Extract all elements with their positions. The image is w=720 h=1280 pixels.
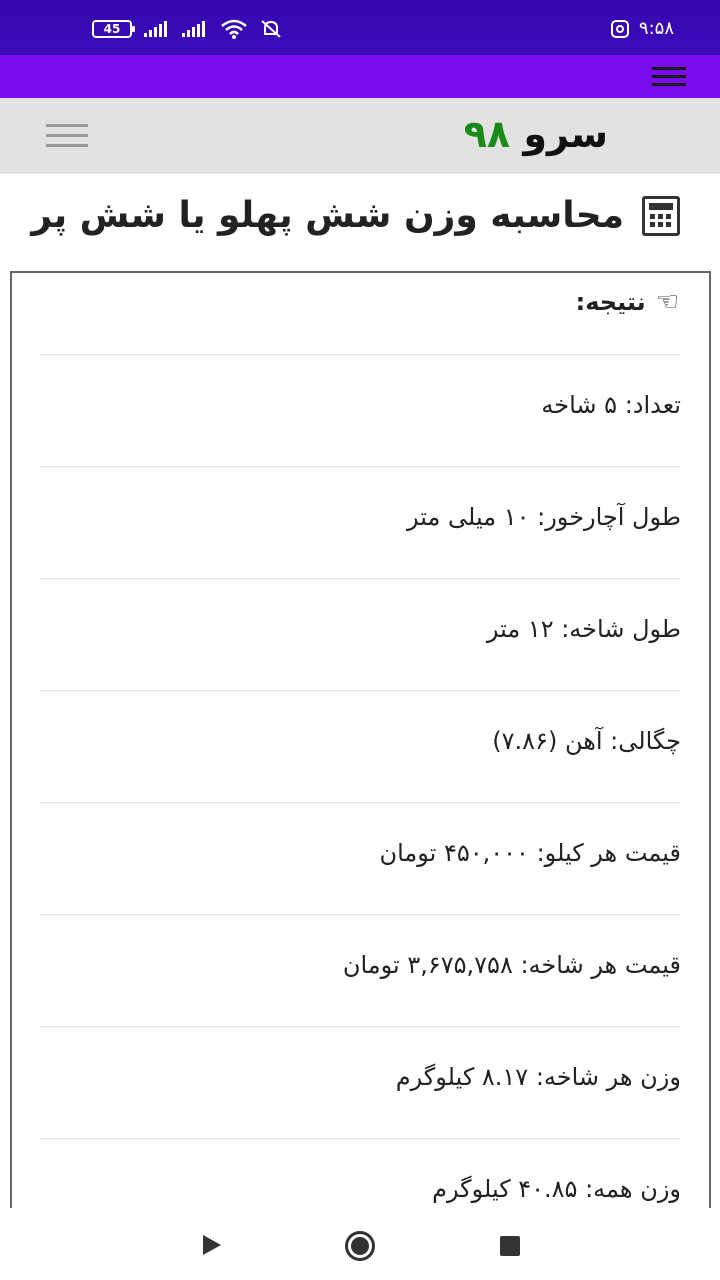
result-row-price-per-bar: قیمت هر شاخه: ۳,۶۷۵,۷۵۸ تومان [40, 914, 681, 1026]
result-heading: ☜ نتیجه: [576, 287, 679, 317]
result-row-density: چگالی: آهن (۷.۸۶) [40, 690, 681, 802]
site-header: سرو ۹۸ [0, 98, 720, 174]
logo-text: سرو [523, 112, 608, 156]
signal-icon [144, 21, 167, 37]
result-heading-text: نتیجه: [575, 288, 646, 316]
logo-number: ۹۸ [463, 112, 511, 156]
mute-bell-icon [261, 20, 281, 38]
navigation-bar [0, 1208, 720, 1280]
menu-icon[interactable] [652, 67, 686, 87]
result-card: ☜ نتیجه: تعداد: ۵ شاخه طول آچارخور: ۱۰ م… [10, 271, 711, 1271]
signal-icon-2 [182, 21, 205, 37]
recents-icon[interactable] [500, 1236, 520, 1256]
instagram-icon [610, 19, 629, 38]
result-row-price-per-kilo: قیمت هر کیلو: ۴۵۰,۰۰۰ تومان [40, 802, 681, 914]
status-bar: 45 ۹:۵۸ [0, 0, 720, 55]
result-list: تعداد: ۵ شاخه طول آچارخور: ۱۰ میلی متر ط… [40, 354, 681, 1250]
result-row-wrench-size: طول آچارخور: ۱۰ میلی متر [40, 466, 681, 578]
status-icons-right: ۹:۵۸ [610, 18, 674, 39]
status-icons-left: 45 [92, 19, 282, 39]
logo[interactable]: سرو ۹۸ [464, 112, 608, 156]
page-title-text: محاسبه وزن شش پهلو یا شش پر [31, 195, 624, 236]
result-row-count: تعداد: ۵ شاخه [40, 354, 681, 466]
battery-icon: 45 [92, 20, 135, 38]
page-title: محاسبه وزن شش پهلو یا شش پر [30, 195, 680, 236]
home-icon[interactable] [345, 1231, 375, 1261]
wifi-icon [221, 19, 247, 39]
result-row-weight-per-bar: وزن هر شاخه: ۸.۱۷ کیلوگرم [40, 1026, 681, 1138]
clock: ۹:۵۸ [638, 18, 674, 39]
result-row-bar-length: طول شاخه: ۱۲ متر [40, 578, 681, 690]
hand-pointing-icon: ☜ [655, 287, 679, 317]
back-icon[interactable] [203, 1235, 221, 1255]
hamburger-menu-icon[interactable] [46, 124, 88, 148]
app-bar [0, 55, 720, 98]
calculator-icon [642, 195, 680, 236]
battery-level: 45 [103, 22, 121, 36]
